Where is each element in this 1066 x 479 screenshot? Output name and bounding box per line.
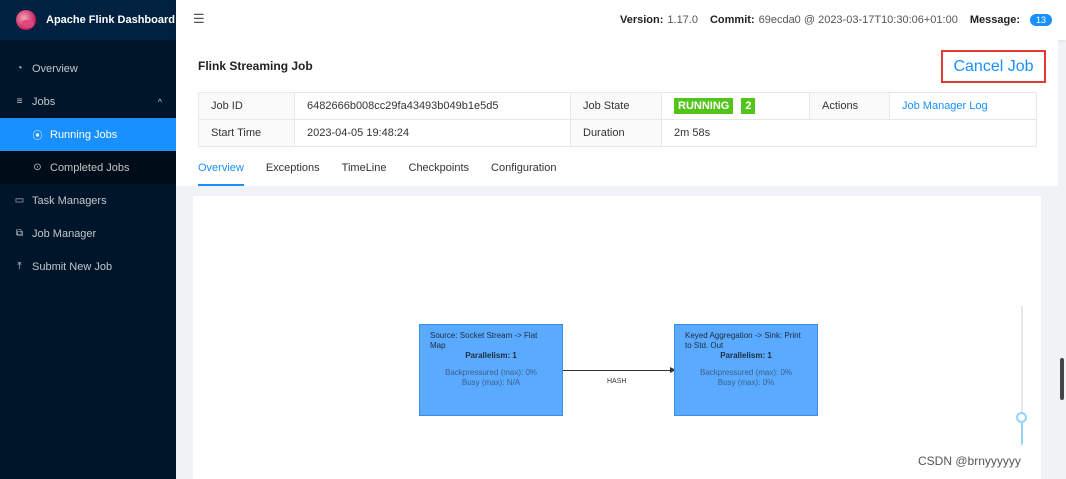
zoom-slider-handle[interactable] bbox=[1016, 412, 1027, 423]
start-time-label: Start Time bbox=[198, 119, 295, 147]
node-busy: Busy (max): 0% bbox=[717, 378, 775, 388]
commit-value: 69ecda0 @ 2023-03-17T10:30:06+01:00 bbox=[758, 14, 958, 26]
sidebar-item-running-jobs[interactable]: ⦿ Running Jobs bbox=[0, 118, 176, 151]
sidebar-item-job-manager[interactable]: ⧉ Job Manager bbox=[0, 217, 176, 250]
version-value: 1.17.0 bbox=[667, 14, 698, 26]
job-summary-card: Flink Streaming Job Cancel Job Job ID 64… bbox=[176, 40, 1058, 186]
menu-fold-icon[interactable]: ☰ bbox=[193, 11, 205, 27]
graph-edge bbox=[563, 367, 676, 373]
node-parallelism: Parallelism: 1 bbox=[465, 351, 517, 361]
sidebar-item-submit-new-job[interactable]: ⤒ Submit New Job bbox=[0, 250, 176, 283]
tab-configuration[interactable]: Configuration bbox=[491, 162, 556, 186]
tab-timeline[interactable]: TimeLine bbox=[342, 162, 387, 186]
job-state-cell: RUNNING 2 bbox=[661, 92, 810, 120]
cluster-icon: ⧉ bbox=[15, 228, 24, 239]
header-info: Version: 1.17.0 Commit: 69ecda0 @ 2023-03-… bbox=[608, 0, 1052, 40]
sidebar-item-label: Job Manager bbox=[32, 227, 97, 240]
node-backpressure: Backpressured (max): 0% bbox=[444, 367, 538, 377]
actions-cell: Job Manager Log bbox=[889, 92, 1037, 120]
upload-icon: ⤒ bbox=[17, 261, 22, 272]
sidebar-item-label: Jobs bbox=[32, 95, 56, 108]
check-circle-icon: ⊙ bbox=[33, 162, 42, 173]
header: ☰ Version: 1.17.0 Commit: 69ecda0 @ 2023-0… bbox=[176, 0, 1066, 40]
edge-label: HASH bbox=[607, 378, 627, 385]
job-tabs: Overview Exceptions TimeLine Checkpoints… bbox=[198, 162, 578, 186]
brand[interactable]: Apache Flink Dashboard bbox=[0, 0, 176, 40]
cancel-job-highlight: Cancel Job bbox=[941, 50, 1046, 83]
node-name: Source: Socket Stream -> Flat Map bbox=[430, 331, 538, 350]
start-time-value: 2023-04-05 19:48:24 bbox=[294, 119, 571, 147]
version-label: Version: bbox=[619, 14, 664, 26]
duration-value: 2m 58s bbox=[661, 119, 1037, 147]
commit-label: Commit: bbox=[709, 14, 755, 26]
sidebar-item-label: Completed Jobs bbox=[50, 161, 130, 174]
jobs-submenu: ⦿ Running Jobs ⊙ Completed Jobs bbox=[0, 118, 176, 184]
graph-node-source[interactable]: Source: Socket Stream -> Flat Map Parall… bbox=[419, 324, 563, 416]
page-title: Flink Streaming Job bbox=[198, 59, 313, 73]
sidebar-item-jobs[interactable]: ≡ Jobs ^ bbox=[0, 85, 176, 118]
flink-logo-icon bbox=[16, 10, 36, 30]
app-title: Apache Flink Dashboard bbox=[46, 14, 175, 26]
task-icon: ▭ bbox=[14, 195, 25, 206]
graph-node-sink[interactable]: Keyed Aggregation -> Sink: Print to Std.… bbox=[674, 324, 818, 416]
sidebar-item-completed-jobs[interactable]: ⊙ Completed Jobs bbox=[0, 151, 176, 184]
node-name: Keyed Aggregation -> Sink: Print to Std.… bbox=[685, 331, 801, 350]
dashboard-icon: ◔ bbox=[16, 63, 23, 74]
sidebar-item-label: Overview bbox=[32, 62, 78, 75]
sidebar: Apache Flink Dashboard ◔ Overview ≡ Jobs… bbox=[0, 0, 176, 479]
message-label: Message: bbox=[969, 14, 1020, 26]
table-row: Job ID 6482666b008cc29fa43493b049b1e5d5 … bbox=[198, 92, 1037, 120]
tab-checkpoints[interactable]: Checkpoints bbox=[409, 162, 470, 186]
sidebar-item-overview[interactable]: ◔ Overview bbox=[0, 52, 176, 85]
message-badge[interactable]: 13 bbox=[1029, 14, 1052, 26]
tab-exceptions[interactable]: Exceptions bbox=[266, 162, 320, 186]
job-id-value: 6482666b008cc29fa43493b049b1e5d5 bbox=[294, 92, 571, 120]
main-content: Flink Streaming Job Cancel Job Job ID 64… bbox=[176, 40, 1066, 479]
job-manager-log-link[interactable]: Job Manager Log bbox=[902, 100, 988, 112]
job-id-label: Job ID bbox=[198, 92, 295, 120]
scrollbar-thumb[interactable] bbox=[1060, 358, 1064, 400]
task-count-badge: 2 bbox=[741, 98, 756, 114]
job-state-label: Job State bbox=[570, 92, 662, 120]
sidebar-item-label: Running Jobs bbox=[50, 128, 118, 141]
node-backpressure: Backpressured (max): 0% bbox=[699, 367, 793, 377]
commit-info: Commit: 69ecda0 @ 2023-03-17T10:30:06+01:… bbox=[710, 14, 958, 26]
play-circle-icon: ⦿ bbox=[32, 131, 43, 142]
duration-label: Duration bbox=[570, 119, 662, 147]
sidebar-item-label: Submit New Job bbox=[32, 260, 113, 273]
cancel-job-button[interactable]: Cancel Job bbox=[953, 58, 1033, 76]
status-badge: RUNNING bbox=[674, 98, 734, 114]
node-parallelism: Parallelism: 1 bbox=[720, 351, 772, 361]
watermark: CSDN @brnyyyyyy bbox=[918, 454, 1021, 468]
version-info: Version: 1.17.0 bbox=[620, 14, 698, 26]
actions-label: Actions bbox=[809, 92, 890, 120]
node-busy: Busy (max): N/A bbox=[461, 378, 521, 388]
sidebar-item-label: Task Managers bbox=[32, 194, 107, 207]
table-row: Start Time 2023-04-05 19:48:24 Duration … bbox=[198, 119, 1037, 147]
tab-overview[interactable]: Overview bbox=[198, 162, 244, 186]
job-info-table: Job ID 6482666b008cc29fa43493b049b1e5d5 … bbox=[198, 92, 1037, 147]
chevron-up-icon: ^ bbox=[157, 96, 162, 107]
menu-icon: ≡ bbox=[16, 96, 23, 107]
message-info[interactable]: Message: 13 bbox=[970, 14, 1052, 26]
job-graph[interactable]: Source: Socket Stream -> Flat Map Parall… bbox=[193, 196, 1041, 479]
sidebar-item-task-managers[interactable]: ▭ Task Managers bbox=[0, 184, 176, 217]
